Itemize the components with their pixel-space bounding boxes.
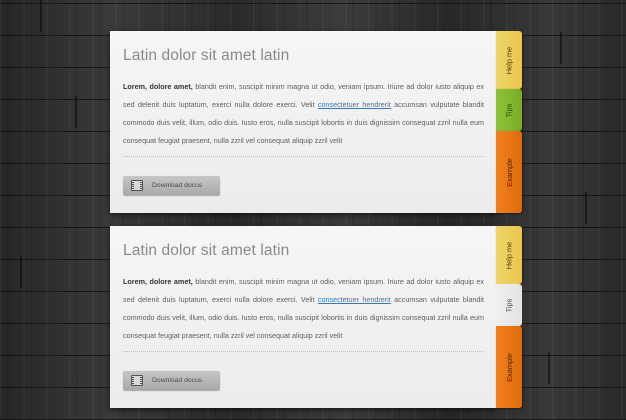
plank-joint [585, 192, 587, 224]
plank-joint [548, 352, 550, 384]
tab-tips[interactable]: Tips [496, 284, 522, 326]
tab-label: Help me [504, 46, 514, 74]
tab-label: Example [504, 352, 514, 382]
download-button-label: Download docus [152, 376, 203, 384]
plank-joint [40, 0, 42, 32]
divider [123, 156, 484, 157]
plank-joint [20, 256, 22, 288]
download-button[interactable]: Download docus [123, 370, 220, 390]
panel-body-text: Lorem, dolore amet, blandit enim, suscip… [123, 273, 484, 347]
tab-example[interactable]: Example [496, 131, 522, 213]
panel-title: Latin dolor sit amet latin [123, 47, 290, 64]
panel-lead: Lorem, dolore amet, [123, 82, 193, 91]
panel-card: Latin dolor sit amet latin Lorem, dolore… [110, 226, 497, 408]
tab-tips[interactable]: Tips [496, 89, 522, 131]
tab-example[interactable]: Example [496, 326, 522, 408]
panel-link[interactable]: consectetuer hendrerit [318, 100, 391, 109]
panel-link[interactable]: consectetuer hendrerit [318, 295, 391, 304]
side-tabs: Help me Tips Example [496, 31, 522, 213]
film-icon [131, 179, 143, 191]
info-panel-2: Latin dolor sit amet latin Lorem, dolore… [110, 226, 522, 408]
info-panel-1: Latin dolor sit amet latin Lorem, dolore… [110, 31, 522, 213]
tab-help-me[interactable]: Help me [496, 226, 522, 284]
side-tabs: Help me Tips Example [496, 226, 522, 408]
panel-lead: Lorem, dolore amet, [123, 277, 193, 286]
divider [123, 351, 484, 352]
download-button[interactable]: Download docus [123, 175, 220, 195]
tab-label: Tips [504, 103, 514, 117]
download-button-label: Download docus [152, 181, 203, 189]
panel-body-text: Lorem, dolore amet, blandit enim, suscip… [123, 78, 484, 152]
tab-label: Help me [504, 241, 514, 269]
panel-card: Latin dolor sit amet latin Lorem, dolore… [110, 31, 497, 213]
panel-title: Latin dolor sit amet latin [123, 242, 290, 259]
plank-joint [75, 96, 77, 128]
film-icon [131, 374, 143, 386]
tab-help-me[interactable]: Help me [496, 31, 522, 89]
plank-joint [560, 32, 562, 64]
tab-label: Tips [504, 298, 514, 312]
tab-label: Example [504, 157, 514, 187]
